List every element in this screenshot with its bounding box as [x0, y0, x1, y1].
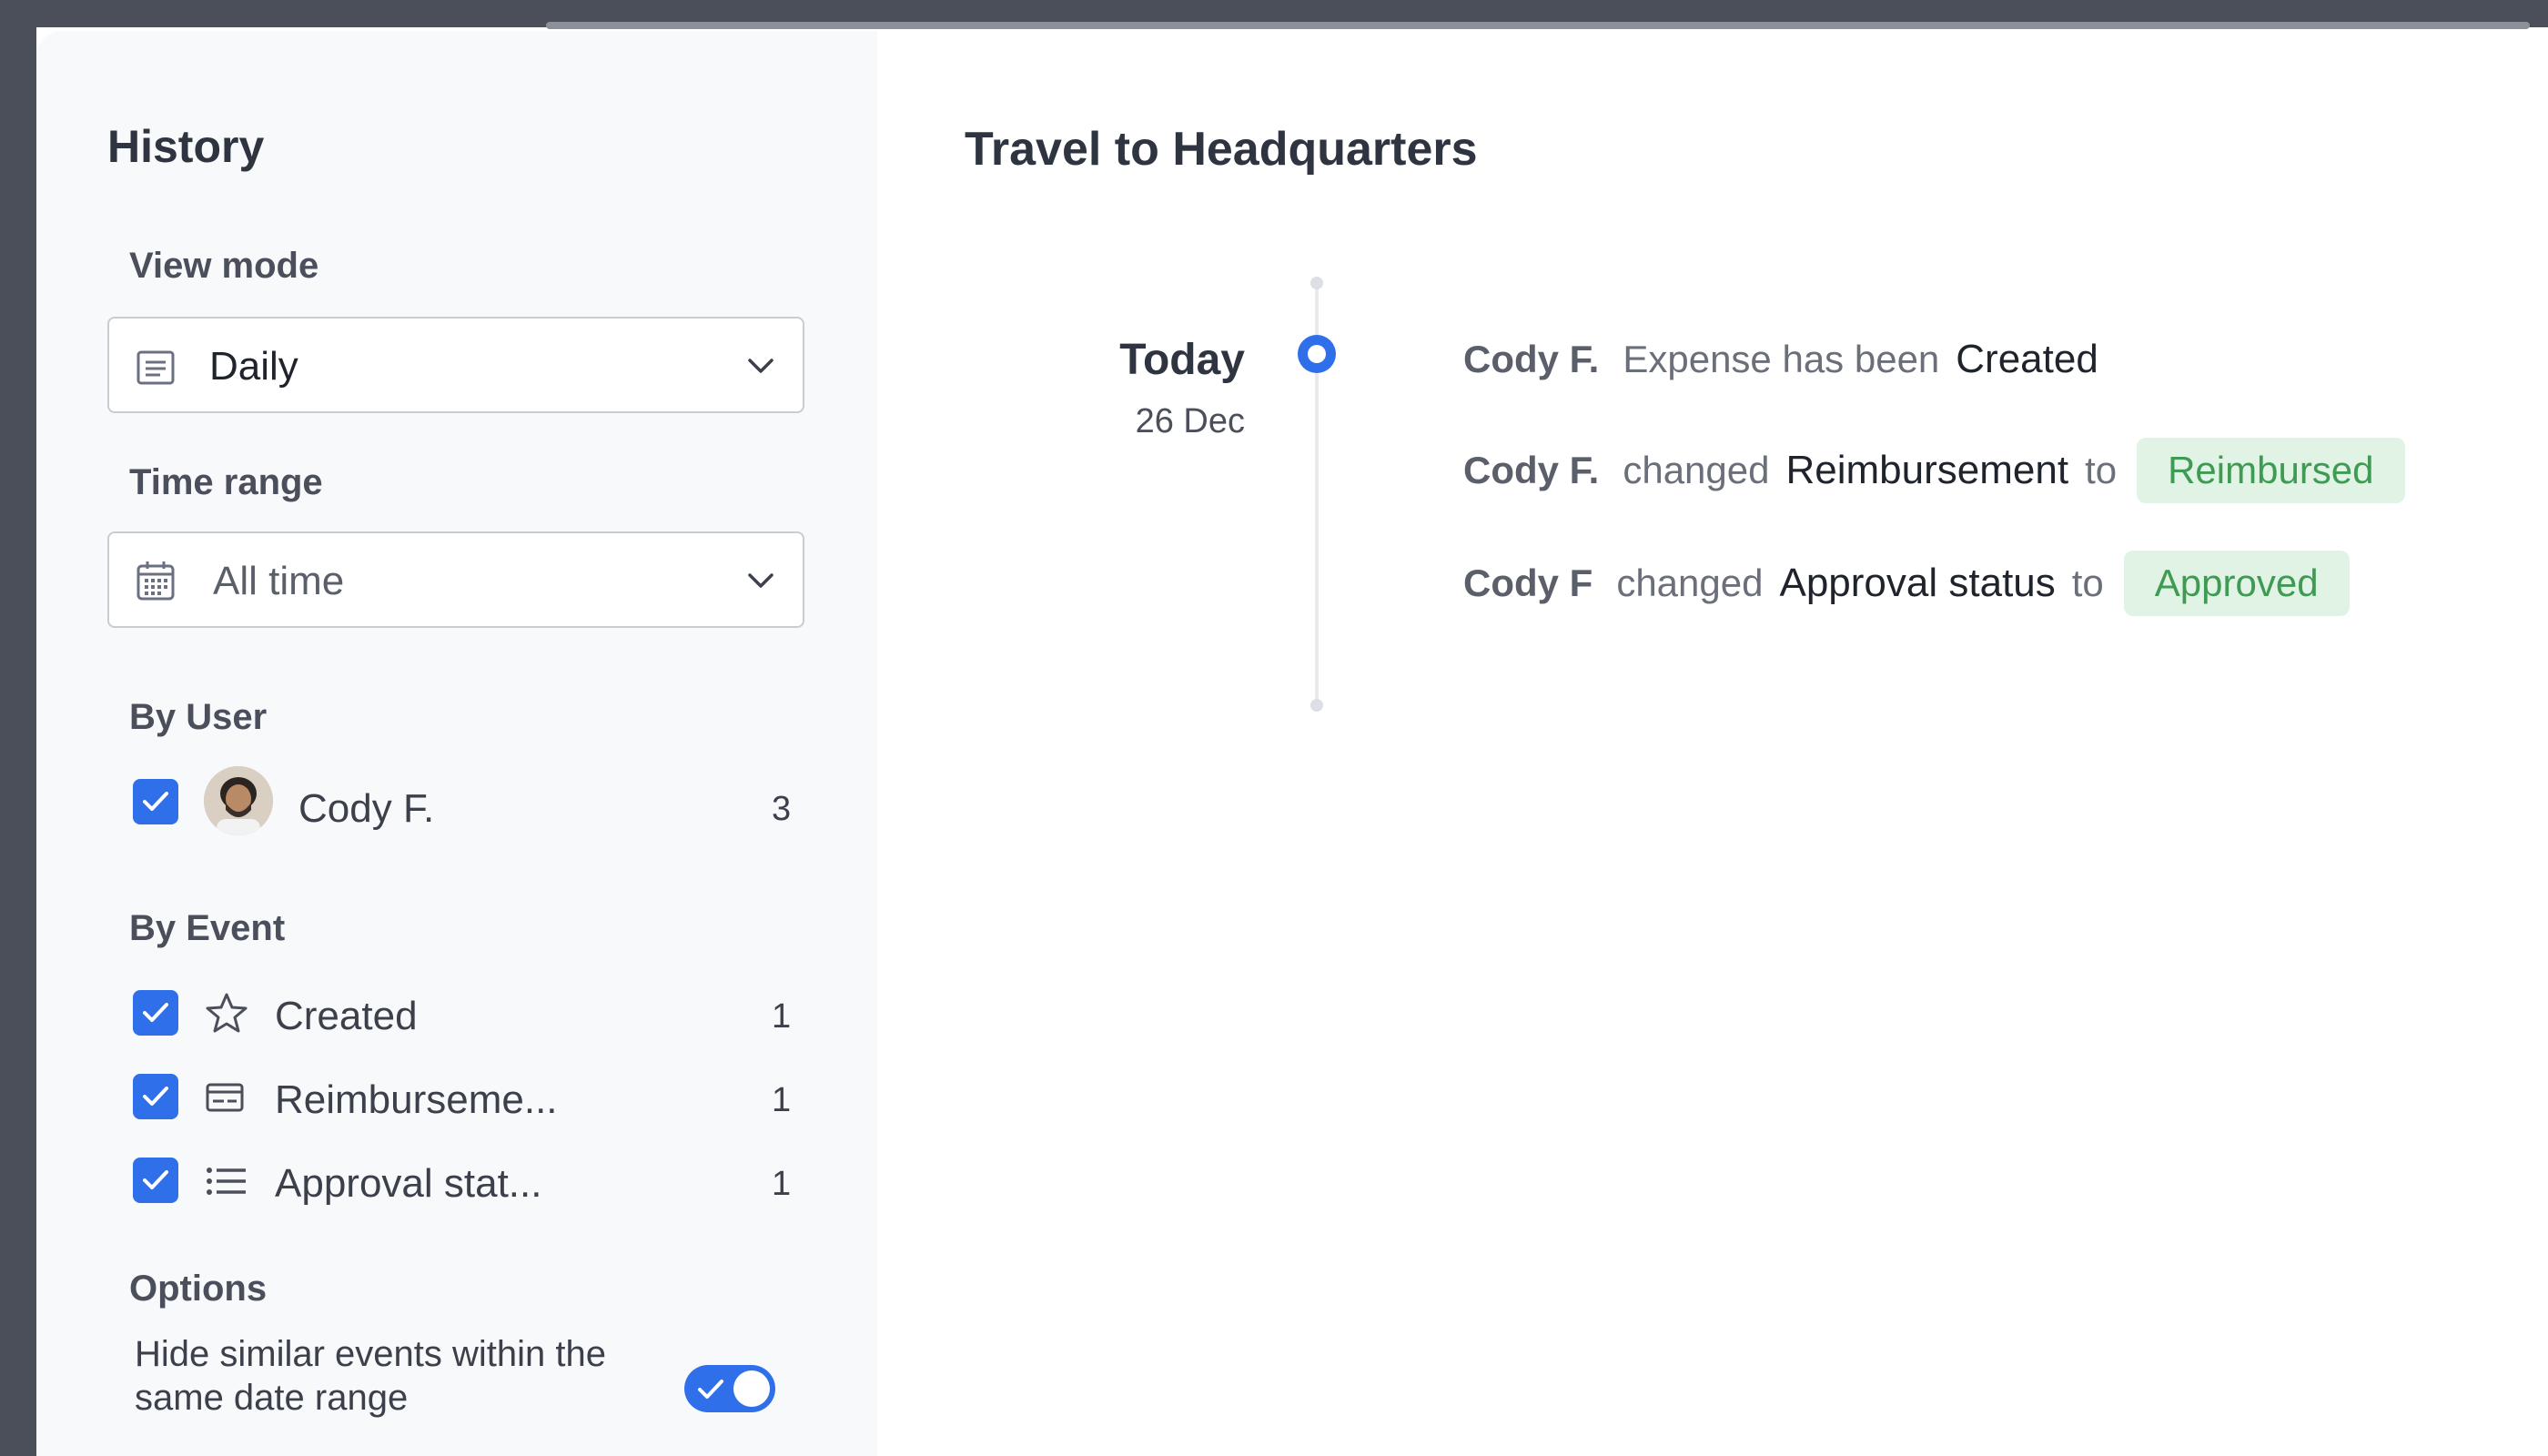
window-bezel-highlight: [546, 22, 2530, 29]
by-user-label: By User: [129, 697, 268, 737]
event-checkbox-created[interactable]: [133, 990, 178, 1036]
time-range-value: All time: [213, 559, 345, 603]
history-window: History View mode Daily Time range All t…: [36, 31, 2548, 1456]
timeline-event: Cody F. changed Reimbursement to Reimbur…: [1463, 438, 2405, 503]
timeline-event: Cody F. Expense has been Created: [1463, 328, 2115, 391]
card-icon: [206, 1083, 244, 1112]
history-sidebar: History View mode Daily Time range All t…: [36, 31, 879, 1456]
timeline-start-dot: [1310, 277, 1323, 289]
sidebar-title: History: [107, 121, 265, 172]
event-user: Cody F.: [1463, 449, 1600, 491]
time-range-label: Time range: [129, 462, 323, 502]
event-to: to: [2085, 449, 2118, 491]
user-checkbox-cody[interactable]: [133, 779, 178, 824]
status-badge: Reimbursed: [2137, 438, 2405, 503]
event-checkbox-reimbursement[interactable]: [133, 1074, 178, 1119]
list-view-icon: [136, 350, 175, 385]
user-name: Cody F.: [298, 786, 435, 831]
event-field: Created: [1956, 337, 2098, 381]
check-icon: [143, 1087, 168, 1106]
event-field: Reimbursement: [1785, 448, 2069, 492]
list-icon: [207, 1168, 246, 1195]
page-title: Travel to Headquarters: [965, 123, 1478, 176]
chevron-down-icon: [748, 573, 774, 588]
check-icon: [143, 1003, 168, 1022]
timeline-event: Cody F changed Approval status to Approv…: [1463, 551, 2350, 616]
timeline-day: Today: [1119, 336, 1245, 384]
chevron-down-icon: [748, 359, 774, 373]
event-verb: changed: [1616, 561, 1764, 604]
event-count-created: 1: [772, 997, 792, 1036]
event-verb: Expense has been: [1623, 338, 1940, 380]
status-badge: Approved: [2123, 551, 2350, 616]
view-mode-value: Daily: [209, 344, 298, 389]
event-name-approval: Approval stat...: [275, 1161, 542, 1206]
event-verb: changed: [1623, 449, 1770, 491]
event-name-created: Created: [275, 994, 418, 1038]
timeline-end-dot: [1310, 699, 1323, 712]
hide-similar-toggle[interactable]: [684, 1365, 775, 1412]
view-mode-select[interactable]: Daily: [107, 317, 804, 413]
event-name-reimbursement: Reimburseme...: [275, 1077, 558, 1122]
event-checkbox-approval[interactable]: [133, 1158, 178, 1203]
user-count: 3: [772, 790, 792, 828]
event-field: Approval status: [1779, 561, 2056, 605]
view-mode-label: View mode: [129, 246, 319, 286]
event-to: to: [2071, 561, 2104, 604]
screen: History View mode Daily Time range All t…: [0, 0, 2548, 1456]
star-icon: [206, 993, 248, 1033]
event-count-reimbursement: 1: [772, 1081, 792, 1119]
toggle-knob: [733, 1370, 770, 1407]
timeline-date: 26 Dec: [1135, 402, 1245, 440]
by-event-label: By Event: [129, 908, 286, 948]
calendar-icon: [136, 561, 175, 601]
check-icon: [143, 1170, 168, 1189]
avatar: [204, 766, 273, 835]
time-range-select[interactable]: All time: [107, 531, 804, 628]
timeline-marker: [1298, 335, 1336, 373]
event-count-approval: 1: [772, 1165, 792, 1203]
options-label: Options: [129, 1269, 268, 1309]
check-icon: [143, 792, 168, 811]
event-user: Cody F: [1463, 561, 1593, 604]
hide-similar-label: Hide similar events within the same date…: [135, 1334, 606, 1418]
history-main: Travel to Headquarters Today 26 Dec Cody…: [877, 31, 2548, 1456]
event-user: Cody F.: [1463, 338, 1600, 380]
check-icon: [698, 1380, 723, 1399]
window-bezel-left: [0, 0, 36, 1456]
